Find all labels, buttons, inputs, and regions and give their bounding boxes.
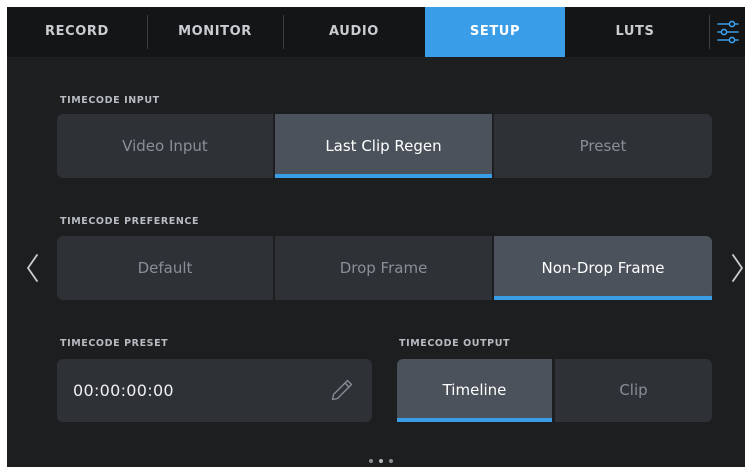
timecode-output-timeline[interactable]: Timeline	[397, 359, 552, 422]
page-dot[interactable]	[389, 459, 393, 463]
tab-bar: RECORD MONITOR AUDIO SETUP LUTS	[7, 7, 745, 57]
page-dot-current[interactable]	[379, 459, 383, 463]
timecode-preset-label: TIMECODE PRESET	[60, 338, 169, 349]
tab-audio[interactable]: AUDIO	[283, 7, 425, 57]
pencil-icon	[331, 379, 353, 401]
selected-indicator	[494, 296, 712, 300]
selected-indicator	[275, 174, 492, 178]
settings-button[interactable]	[711, 7, 745, 57]
segment-label: Video Input	[122, 137, 208, 155]
timecode-output-clip[interactable]: Clip	[555, 359, 712, 422]
timecode-preference-drop-frame[interactable]: Drop Frame	[275, 236, 492, 300]
tab-setup[interactable]: SETUP	[425, 7, 565, 57]
segment-label: Last Clip Regen	[325, 137, 442, 155]
timecode-preset-value: 00:00:00:00	[73, 381, 174, 400]
segment-label: Clip	[619, 381, 648, 399]
tab-divider	[709, 15, 710, 49]
tab-monitor[interactable]: MONITOR	[147, 7, 283, 57]
timecode-preference-default[interactable]: Default	[57, 236, 273, 300]
previous-page-button[interactable]	[23, 250, 43, 286]
timecode-input-last-clip-regen[interactable]: Last Clip Regen	[275, 114, 492, 178]
segment-label: Default	[137, 259, 193, 277]
timecode-input-label: TIMECODE INPUT	[60, 95, 160, 106]
timecode-input-video-input[interactable]: Video Input	[57, 114, 273, 178]
timecode-output-label: TIMECODE OUTPUT	[399, 338, 511, 349]
tab-luts[interactable]: LUTS	[565, 7, 705, 57]
timecode-preset-field[interactable]: 00:00:00:00	[57, 359, 372, 422]
segment-label: Drop Frame	[339, 259, 428, 277]
selected-indicator	[397, 418, 552, 422]
segment-label: Non-Drop Frame	[541, 259, 665, 277]
segment-label: Preset	[579, 137, 627, 155]
tab-record[interactable]: RECORD	[7, 7, 147, 57]
chevron-right-icon	[732, 254, 743, 282]
segment-label: Timeline	[442, 381, 507, 399]
timecode-preference-non-drop-frame[interactable]: Non-Drop Frame	[494, 236, 712, 300]
timecode-preference-label: TIMECODE PREFERENCE	[60, 216, 200, 227]
page-dot[interactable]	[369, 459, 373, 463]
setup-screen: RECORD MONITOR AUDIO SETUP LUTS TIMECODE…	[7, 7, 745, 467]
next-page-button[interactable]	[727, 250, 745, 286]
timecode-input-preset[interactable]: Preset	[494, 114, 712, 178]
chevron-left-icon	[27, 254, 38, 282]
edit-timecode-button[interactable]	[329, 377, 355, 403]
sliders-icon	[717, 20, 739, 44]
